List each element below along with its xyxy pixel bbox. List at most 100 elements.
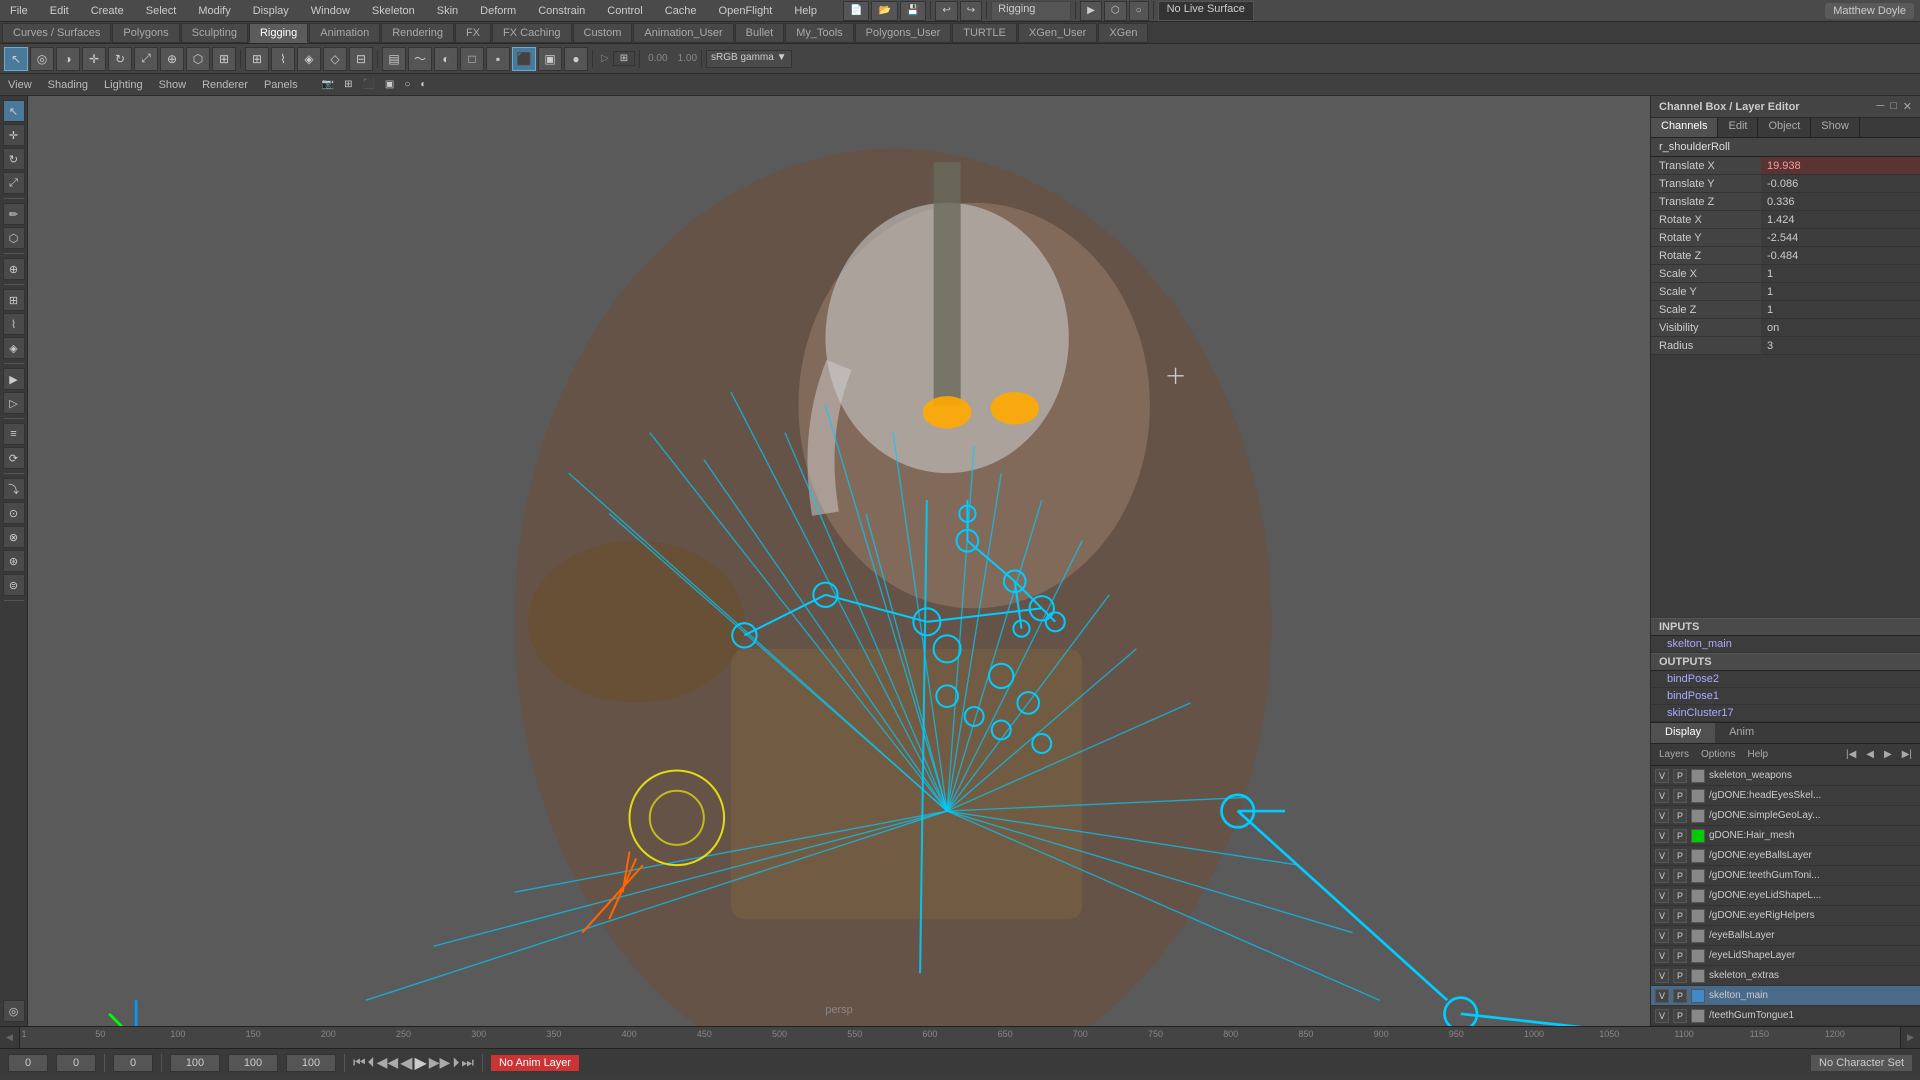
- channel-value-3[interactable]: 1.424: [1761, 211, 1920, 228]
- layer-row-4[interactable]: VP/gDONE:eyeBallsLayer: [1651, 846, 1920, 866]
- layer-v-btn-11[interactable]: V: [1655, 989, 1669, 1003]
- cb-tab-show[interactable]: Show: [1811, 118, 1860, 137]
- view-menu[interactable]: View: [4, 77, 36, 93]
- shading-menu[interactable]: Shading: [44, 77, 92, 93]
- channel-row-1[interactable]: Translate Y-0.086: [1651, 175, 1920, 193]
- ipr-lt-btn[interactable]: ▷: [3, 392, 25, 414]
- cb-expand-btn[interactable]: □: [1890, 100, 1897, 113]
- play-back-btn[interactable]: ◀: [400, 1053, 412, 1073]
- layer-v-btn-12[interactable]: V: [1655, 1009, 1669, 1023]
- wireframe-shaded-btn[interactable]: ⬛: [512, 47, 536, 71]
- select-tool-btn[interactable]: ↖: [4, 47, 28, 71]
- smooth-shade-btn[interactable]: ●: [564, 47, 588, 71]
- anim-layer-btn[interactable]: No Anim Layer: [491, 1055, 579, 1071]
- layer-scroll-prev-btn[interactable]: ◀: [1862, 747, 1878, 762]
- move-tool-btn[interactable]: ✛: [82, 47, 106, 71]
- redo-btn[interactable]: ↪: [960, 1, 982, 21]
- output-bindpose1[interactable]: bindPose1: [1651, 688, 1920, 705]
- constraint-lt-btn[interactable]: ⊗: [3, 526, 25, 548]
- tab-animation-user[interactable]: Animation_User: [633, 23, 733, 43]
- menu-item-modify[interactable]: Modify: [194, 3, 234, 19]
- undo-btn[interactable]: ↩: [935, 1, 957, 21]
- snap-surface-btn[interactable]: ◇: [323, 47, 347, 71]
- tab-polygons[interactable]: Polygons: [112, 23, 179, 43]
- camera-btn[interactable]: 📷: [318, 75, 338, 95]
- menu-item-cache[interactable]: Cache: [661, 3, 701, 19]
- tab-bullet[interactable]: Bullet: [735, 23, 785, 43]
- layer-row-7[interactable]: VP/gDONE:eyeRigHelpers: [1651, 906, 1920, 926]
- tab-polygons-user[interactable]: Polygons_User: [855, 23, 952, 43]
- rotate-tool-btn[interactable]: ↻: [108, 47, 132, 71]
- menu-item-display[interactable]: Display: [249, 3, 293, 19]
- menu-item-skin[interactable]: Skin: [433, 3, 462, 19]
- layer-v-btn-1[interactable]: V: [1655, 789, 1669, 803]
- skin-lt-btn[interactable]: ⊙: [3, 502, 25, 524]
- soft-mod-btn[interactable]: ⬡: [186, 47, 210, 71]
- save-scene-btn[interactable]: 💾: [900, 1, 926, 21]
- channel-value-5[interactable]: -0.484: [1761, 247, 1920, 264]
- layers-menu[interactable]: Layers: [1655, 747, 1693, 762]
- open-scene-btn[interactable]: 📂: [871, 1, 897, 21]
- frame-start-input[interactable]: [8, 1054, 48, 1072]
- tab-rigging[interactable]: Rigging: [249, 23, 308, 43]
- menu-item-constrain[interactable]: Constrain: [534, 3, 589, 19]
- silhouette-btn[interactable]: ◐: [434, 47, 458, 71]
- da-tab-display[interactable]: Display: [1651, 723, 1715, 743]
- layer-row-6[interactable]: VP/gDONE:eyeLidShapeL...: [1651, 886, 1920, 906]
- tab-animation[interactable]: Animation: [309, 23, 380, 43]
- rig-lt-btn[interactable]: ⊜: [3, 574, 25, 596]
- menu-lt-btn[interactable]: ≡: [3, 423, 25, 445]
- cb-minimize-btn[interactable]: ─: [1876, 100, 1884, 113]
- history-lt-btn[interactable]: ⟳: [3, 447, 25, 469]
- lasso-select-btn[interactable]: ◎: [30, 47, 54, 71]
- menu-item-help[interactable]: Help: [790, 3, 821, 19]
- menu-item-edit[interactable]: Edit: [46, 3, 73, 19]
- layer-v-btn-2[interactable]: V: [1655, 809, 1669, 823]
- show-manip-lt-btn[interactable]: ⊕: [3, 258, 25, 280]
- channel-value-4[interactable]: -2.544: [1761, 229, 1920, 246]
- snap-curve-btn[interactable]: ⌇: [271, 47, 295, 71]
- layer-row-10[interactable]: VPskeleton_extras: [1651, 966, 1920, 986]
- menu-item-file[interactable]: File: [6, 3, 32, 19]
- live-surface-btn[interactable]: No Live Surface: [1158, 1, 1254, 21]
- lighting-menu[interactable]: Lighting: [100, 77, 147, 93]
- layer-v-btn-0[interactable]: V: [1655, 769, 1669, 783]
- help-menu[interactable]: Help: [1743, 747, 1772, 762]
- channel-value-7[interactable]: 1: [1761, 283, 1920, 300]
- layer-v-btn-3[interactable]: V: [1655, 829, 1669, 843]
- tab-turtle[interactable]: TURTLE: [952, 23, 1017, 43]
- menu-item-deform[interactable]: Deform: [476, 3, 520, 19]
- layer-row-3[interactable]: VPgDONE:Hair_mesh: [1651, 826, 1920, 846]
- channel-value-0[interactable]: 19.938: [1761, 157, 1920, 174]
- prev-frame-btn[interactable]: ⏴: [368, 1054, 375, 1071]
- channel-row-4[interactable]: Rotate Y-2.544: [1651, 229, 1920, 247]
- layer-row-2[interactable]: VP/gDONE:simpleGeoLay...: [1651, 806, 1920, 826]
- ipo-curves-btn[interactable]: 〜: [408, 47, 432, 71]
- tab-xgen-user[interactable]: XGen_User: [1018, 23, 1097, 43]
- layer-row-12[interactable]: VP/teethGumTongue1: [1651, 1006, 1920, 1026]
- control-lt-btn[interactable]: ⊛: [3, 550, 25, 572]
- layer-p-btn-2[interactable]: P: [1673, 809, 1687, 823]
- layer-p-btn-12[interactable]: P: [1673, 1009, 1687, 1023]
- layer-v-btn-4[interactable]: V: [1655, 849, 1669, 863]
- character-set-btn[interactable]: No Character Set: [1811, 1055, 1912, 1071]
- layer-p-btn-11[interactable]: P: [1673, 989, 1687, 1003]
- new-scene-btn[interactable]: 📄: [843, 1, 869, 21]
- channel-value-2[interactable]: 0.336: [1761, 193, 1920, 210]
- channel-row-3[interactable]: Rotate X1.424: [1651, 211, 1920, 229]
- channel-row-5[interactable]: Rotate Z-0.484: [1651, 247, 1920, 265]
- channel-row-0[interactable]: Translate X19.938: [1651, 157, 1920, 175]
- layer-row-9[interactable]: VP/eyeLidShapeLayer: [1651, 946, 1920, 966]
- rotate-lt-btn[interactable]: ↻: [3, 148, 25, 170]
- layer-p-btn-8[interactable]: P: [1673, 929, 1687, 943]
- object-btn[interactable]: ○: [1129, 1, 1149, 21]
- frame-current-input[interactable]: [56, 1054, 96, 1072]
- point-lt-btn[interactable]: ◈: [3, 337, 25, 359]
- channel-value-9[interactable]: on: [1761, 319, 1920, 336]
- resolution-gate-btn[interactable]: ⬛: [358, 75, 378, 95]
- layer-p-btn-9[interactable]: P: [1673, 949, 1687, 963]
- next-frame-btn[interactable]: ⏵: [452, 1054, 459, 1071]
- move-lt-btn[interactable]: ✛: [3, 124, 25, 146]
- show-manip-btn[interactable]: ⊞: [212, 47, 236, 71]
- layer-scroll-next-btn[interactable]: ▶: [1880, 747, 1896, 762]
